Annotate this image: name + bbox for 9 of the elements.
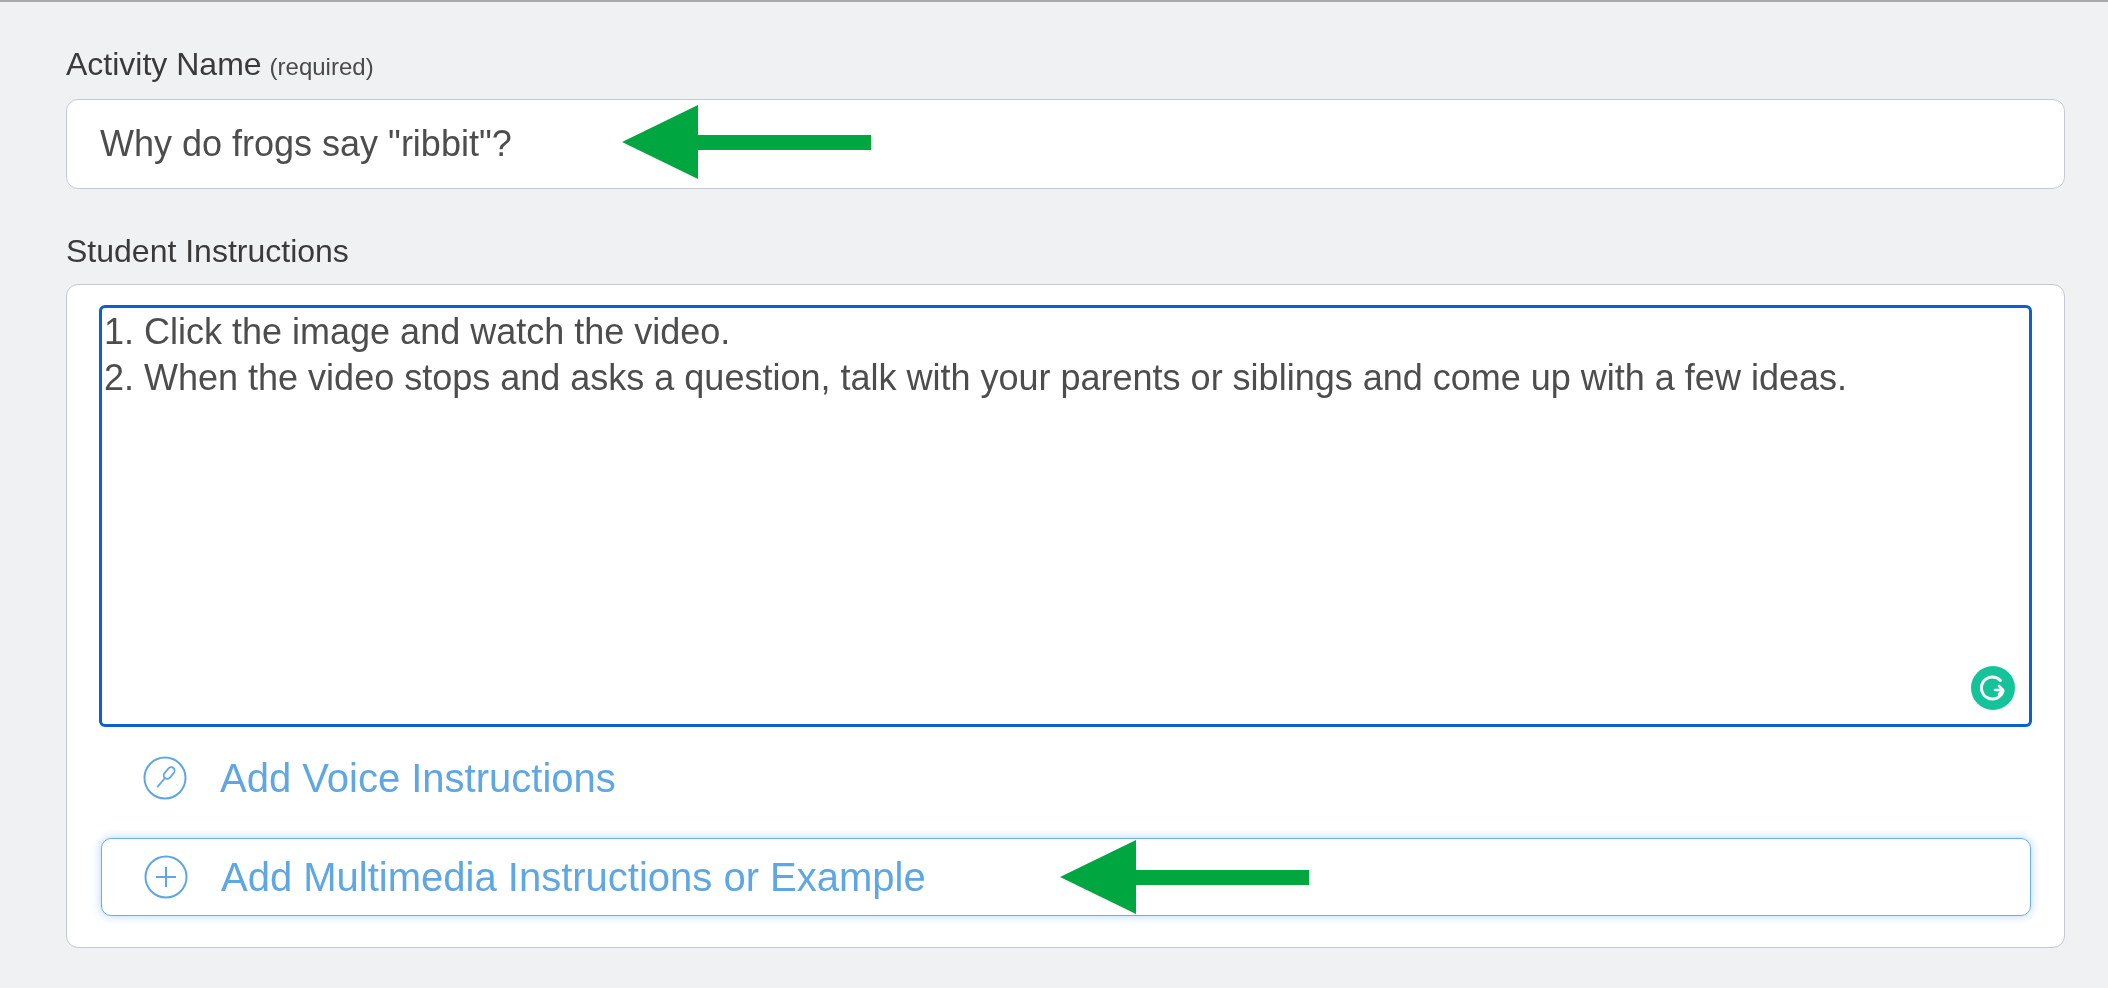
- activity-name-field[interactable]: Why do frogs say "ribbit"?: [66, 99, 2065, 189]
- plus-icon: [144, 855, 188, 899]
- instruction-text: 1. Click the image and watch the video.: [104, 310, 731, 354]
- instructions-field[interactable]: 1. Click the image and watch the video. 2. When the video stops and asks a question, talk with your parents or siblings and come up with a few ideas.: [99, 305, 2032, 727]
- instruction-text: 2. When the video stops and asks a question, talk with your parents or siblings and come up with a few ideas.: [104, 356, 1847, 400]
- field-label: Student Instructions: [66, 233, 349, 269]
- field-label: Activity Name: [66, 46, 262, 82]
- microphone-icon: [143, 756, 187, 800]
- required-note: (required): [269, 52, 374, 82]
